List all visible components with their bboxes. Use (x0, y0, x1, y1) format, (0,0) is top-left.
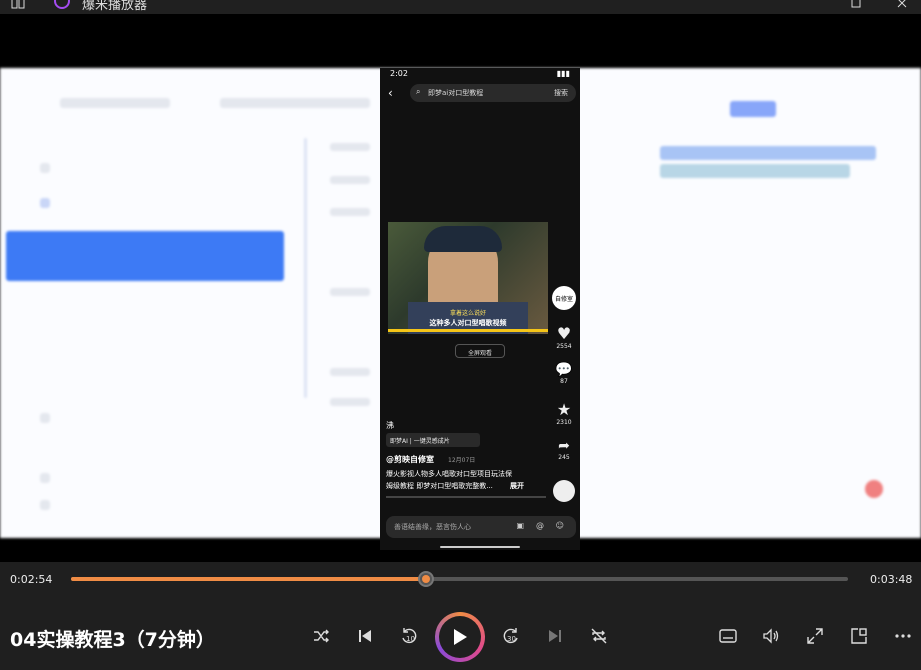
home-indicator (440, 546, 520, 548)
video-title: 04实操教程3（7分钟） (10, 629, 215, 651)
previous-button[interactable] (353, 624, 377, 648)
favorite-button[interactable]: ★ 2310 (550, 400, 578, 426)
emoji-icon[interactable]: ☺ (556, 521, 564, 530)
phone-video-thumb[interactable]: 拿着这么说好 这种多人对口型唱歌视频 (388, 222, 548, 334)
phone-time: 2:02 (390, 69, 408, 78)
app-logo-icon (54, 0, 70, 9)
watermark: 沸 (386, 421, 394, 430)
caption-main: 这种多人对口型唱歌视频 (429, 319, 507, 327)
skip-previous-icon (359, 630, 371, 642)
layout-icon[interactable] (8, 0, 28, 14)
next-button[interactable] (543, 624, 567, 648)
battery-icon: ▮▮▮ (556, 69, 570, 78)
seek-bar[interactable] (71, 571, 848, 587)
desc-line-1: 爆火影视人物多人唱歌对口型项目玩法保 (386, 470, 512, 478)
shuffle-icon (314, 629, 329, 643)
player-controls: 0:02:54 0:03:48 04实操教程3（7分钟） 10 30 (0, 562, 921, 670)
back-icon[interactable]: ‹ (388, 86, 393, 100)
seek-handle[interactable] (417, 571, 434, 587)
forward-button[interactable]: 30 (499, 624, 523, 648)
post-date: 12月07日 (448, 457, 476, 464)
comment-button[interactable]: 💬 87 (550, 362, 578, 385)
restore-icon[interactable] (846, 0, 866, 14)
volume-icon (763, 628, 779, 644)
title-bar: 爆米播放器 (0, 0, 921, 14)
shuffle-button[interactable] (309, 624, 333, 648)
search-text: 即梦ai对口型教程 (428, 89, 484, 97)
phone-screen: 2:02 ▮▮▮ ‹ ⌕ 即梦ai对口型教程 搜索 拿着这么说好 这种多人对口型… (380, 68, 580, 550)
total-time: 0:03:48 (870, 573, 913, 586)
share-button[interactable]: ➦ 245 (550, 438, 578, 461)
rewind-button[interactable]: 10 (397, 624, 421, 648)
rewind-10-icon: 10 (402, 628, 417, 644)
image-icon[interactable]: ▣ (516, 521, 524, 530)
fullscreen-watch-button[interactable]: 全屏观看 (455, 344, 505, 358)
search-icon: ⌕ (416, 87, 421, 96)
shares-count: 245 (558, 454, 570, 461)
likes-count: 2554 (556, 343, 572, 350)
comments-count: 87 (560, 378, 568, 385)
heart-icon: ♥ (556, 324, 572, 343)
svg-text:10: 10 (406, 635, 415, 643)
at-icon[interactable]: @ (536, 521, 544, 530)
phone-search-button[interactable]: 搜索 (554, 88, 568, 98)
skip-next-icon (549, 630, 561, 642)
svg-text:30: 30 (507, 635, 516, 643)
seek-progress (71, 577, 426, 581)
music-disc[interactable] (550, 480, 578, 502)
expand-link[interactable]: 展开 (510, 481, 524, 491)
repeat-off-icon (591, 628, 607, 644)
star-icon: ★ (556, 400, 572, 419)
play-button[interactable] (435, 612, 485, 662)
repeat-button[interactable] (587, 624, 611, 648)
author-avatar[interactable]: 自修室 (550, 286, 578, 310)
avatar-text: 自修室 (552, 286, 576, 310)
fullscreen-watch-label: 全屏观看 (467, 350, 492, 357)
subtitles-icon (719, 629, 737, 643)
caption-top: 拿着这么说好 (449, 310, 486, 317)
tag-chip[interactable]: 即梦AI | 一键灵感成片 (386, 433, 480, 447)
favorites-count: 2310 (556, 419, 572, 426)
subtitles-button[interactable] (716, 624, 740, 648)
like-button[interactable]: ♥ 2554 (550, 324, 578, 350)
desc-line-2: 姆级教程 即梦对口型唱歌完整教... (386, 482, 493, 490)
volume-button[interactable] (759, 624, 783, 648)
author-name[interactable]: @剪映自修室 (386, 454, 434, 465)
play-icon (454, 629, 467, 645)
more-button[interactable] (891, 624, 915, 648)
window-title: 爆米播放器 (82, 0, 148, 13)
current-time: 0:02:54 (10, 573, 53, 586)
tag-text: 即梦AI | 一键灵感成片 (390, 438, 450, 445)
fullscreen-icon (807, 628, 823, 644)
share-icon: ➦ (558, 438, 570, 454)
comment-icon: 💬 (555, 362, 573, 378)
fullscreen-button[interactable] (803, 624, 827, 648)
phone-search-input[interactable]: ⌕ 即梦ai对口型教程 搜索 (410, 84, 576, 102)
video-area[interactable]: 2:02 ▮▮▮ ‹ ⌕ 即梦ai对口型教程 搜索 拿着这么说好 这种多人对口型… (0, 14, 921, 562)
miniplayer-button[interactable] (847, 624, 871, 648)
comment-placeholder: 善语结善缘，恶言伤人心 (394, 523, 471, 531)
comment-input[interactable]: 善语结善缘，恶言伤人心 ☺ @ ▣ (386, 516, 576, 538)
close-icon[interactable] (892, 0, 912, 14)
more-icon (895, 634, 911, 638)
forward-30-icon: 30 (503, 628, 518, 644)
miniplayer-icon (851, 628, 867, 644)
